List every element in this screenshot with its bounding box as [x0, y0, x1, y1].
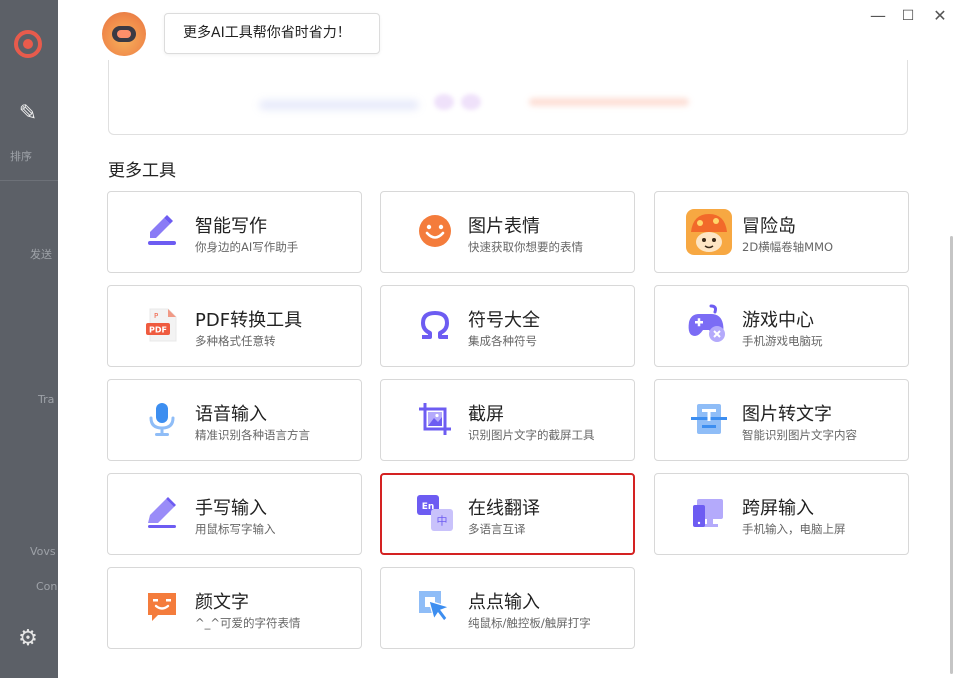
header-bubble: 更多AI工具帮你省时省力！ [164, 13, 380, 54]
tool-card-smart-writing[interactable]: 智能写作 你身边的AI写作助手 [107, 191, 362, 273]
tool-card-maplestory[interactable]: 冒险岛 2D横幅卷轴MMO [654, 191, 909, 273]
pdf-file-icon: PDF P [146, 308, 177, 342]
sort-label: 排序 [10, 150, 32, 163]
tool-card-online-translate[interactable]: En 中 在线翻译 多语言互译 [380, 473, 635, 555]
tool-card-image-emoji[interactable]: 图片表情 快速获取你想要的表情 [380, 191, 635, 273]
tool-title: 图片转文字 [742, 404, 832, 425]
maximize-button[interactable]: ☐ [898, 6, 918, 26]
mascot-avatar [102, 12, 146, 56]
tool-subtitle: ^_^可爱的字符表情 [195, 616, 301, 630]
tool-title: 符号大全 [468, 310, 540, 331]
tool-title: 冒险岛 [742, 216, 796, 237]
bg-item-d: Con [36, 580, 58, 593]
promo-banner[interactable] [108, 60, 908, 135]
tool-card-cross-screen[interactable]: 跨屏输入 手机输入，电脑上屏 [654, 473, 909, 555]
kaomoji-icon [148, 593, 176, 621]
tool-title: 语音输入 [195, 404, 267, 425]
tool-card-handwriting[interactable]: 手写输入 用鼠标写字输入 [107, 473, 362, 555]
smiley-face-icon [419, 215, 451, 247]
tool-title: PDF转换工具 [195, 310, 303, 331]
tool-card-image-to-text[interactable]: 图片转文字 智能识别图片文字内容 [654, 379, 909, 461]
tool-subtitle: 精准识别各种语言方言 [195, 428, 310, 442]
tool-title: 智能写作 [195, 216, 267, 237]
screenshot-icon [419, 403, 451, 435]
app-logo-icon [14, 30, 42, 58]
tool-subtitle: 多语言互译 [468, 522, 526, 536]
tool-subtitle: 用鼠标写字输入 [195, 522, 276, 536]
tool-subtitle: 快速获取你想要的表情 [468, 240, 583, 254]
bg-item-a: 发送 [30, 248, 52, 261]
tool-subtitle: 2D横幅卷轴MMO [742, 240, 834, 254]
tool-title: 颜文字 [195, 592, 249, 613]
svg-text:中: 中 [437, 515, 448, 528]
tool-card-voice-input[interactable]: 语音输入 精准识别各种语言方言 [107, 379, 362, 461]
gamepad-icon [688, 304, 725, 342]
tool-card-game-center[interactable]: 游戏中心 手机游戏电脑玩 [654, 285, 909, 367]
tool-subtitle: 识别图片文字的截屏工具 [468, 428, 595, 442]
tool-card-kaomoji[interactable]: 颜文字 ^_^可爱的字符表情 [107, 567, 362, 649]
svg-text:PDF: PDF [149, 326, 167, 335]
omega-symbol-icon [421, 311, 449, 339]
tool-subtitle: 纯鼠标/触控板/触屏打字 [468, 616, 591, 630]
tool-subtitle: 集成各种符号 [468, 334, 537, 348]
bg-item-c: Vovs [30, 545, 56, 558]
tool-subtitle: 多种格式任意转 [195, 334, 276, 348]
click-input-icon [419, 591, 451, 622]
tool-title: 游戏中心 [742, 310, 814, 331]
tool-subtitle: 智能识别图片文字内容 [742, 428, 857, 442]
background-app-sidebar: ✎ 排序 发送 Tra Vovs Con ⚙ [0, 0, 58, 678]
more-tools-panel: — ☐ ✕ 更多AI工具帮你省时省力！ 更多工具 智能写作 你身边的AI写作助手… [58, 0, 955, 678]
tool-card-click-input[interactable]: 点点输入 纯鼠标/触控板/触屏打字 [380, 567, 635, 649]
minimize-button[interactable]: — [868, 6, 888, 26]
tool-title: 点点输入 [468, 592, 540, 613]
svg-text:P: P [154, 312, 158, 320]
tool-card-pdf-converter[interactable]: PDF P PDF转换工具 多种格式任意转 [107, 285, 362, 367]
close-button[interactable]: ✕ [930, 6, 950, 26]
pen-write-icon [148, 215, 176, 245]
tool-subtitle: 手机游戏电脑玩 [742, 334, 823, 348]
tool-title: 手写输入 [195, 498, 267, 519]
tool-subtitle: 你身边的AI写作助手 [195, 240, 299, 254]
section-title: 更多工具 [108, 161, 176, 181]
tool-card-screenshot[interactable]: 截屏 识别图片文字的截屏工具 [380, 379, 635, 461]
microphone-icon [149, 403, 175, 436]
cross-screen-icon [693, 499, 723, 527]
maplestory-mushroom-icon [686, 209, 732, 255]
tool-title: 图片表情 [468, 216, 540, 237]
handwriting-pen-icon [148, 497, 176, 528]
translate-icon: En 中 [417, 495, 453, 531]
bg-item-b: Tra [38, 393, 55, 406]
tool-title: 截屏 [468, 404, 504, 425]
tool-title: 在线翻译 [468, 498, 540, 519]
tool-subtitle: 手机输入，电脑上屏 [742, 522, 846, 536]
edit-icon[interactable]: ✎ [14, 100, 42, 128]
image-to-text-icon [691, 404, 727, 434]
settings-gear-icon[interactable]: ⚙ [15, 626, 41, 652]
vertical-scrollbar[interactable] [950, 236, 953, 674]
tool-title: 跨屏输入 [742, 498, 814, 519]
tool-card-symbols[interactable]: 符号大全 集成各种符号 [380, 285, 635, 367]
